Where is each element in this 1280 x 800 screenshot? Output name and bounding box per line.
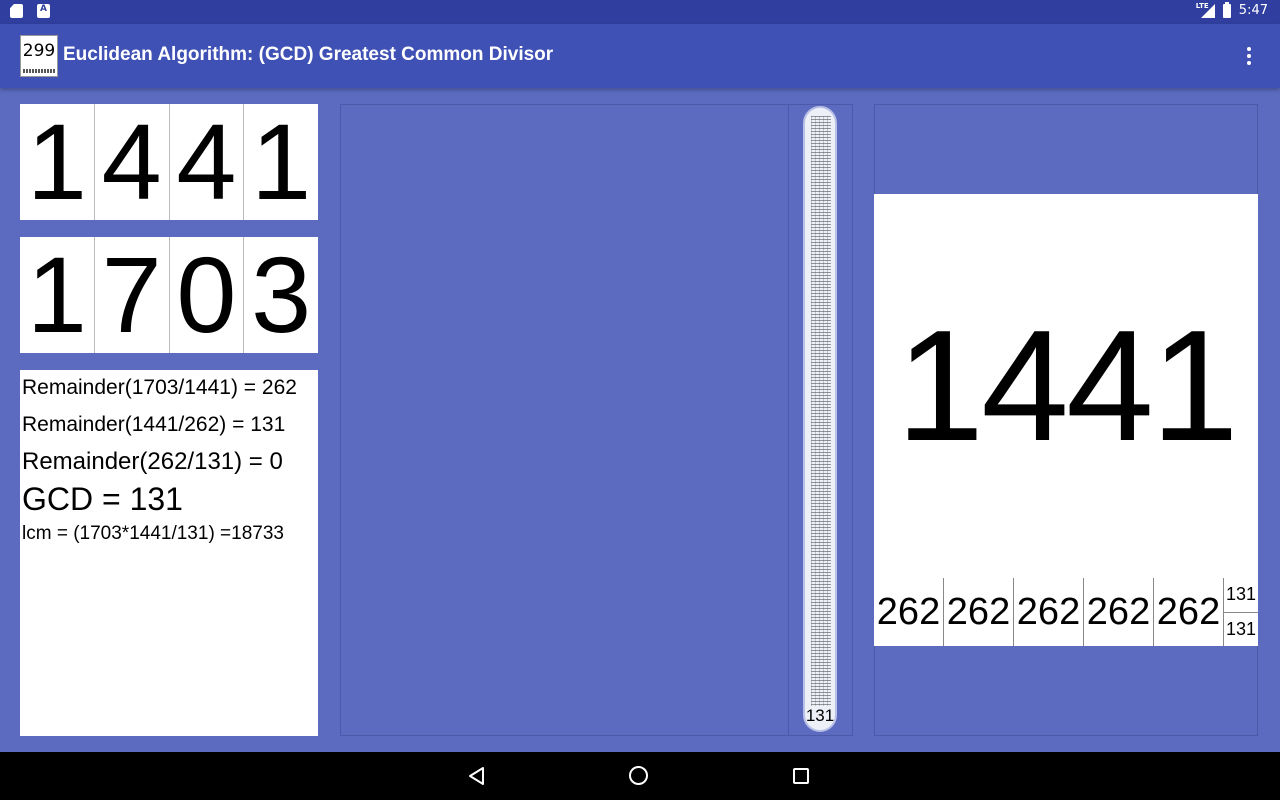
number-a-input[interactable]: 1 4 4 1 xyxy=(20,104,318,220)
remainder-cell: 262 xyxy=(1084,578,1154,646)
dividend-number: 1441 xyxy=(896,297,1239,474)
remainder-row: 262 262 262 262 262 131 131 xyxy=(874,578,1258,646)
app-notification-icon xyxy=(37,4,50,18)
battery-icon xyxy=(1222,1,1231,18)
remainder-stack: 131 131 xyxy=(1224,578,1258,646)
remainder-cell: 262 xyxy=(1154,578,1224,646)
status-bar: LTE 5:47 xyxy=(0,0,1280,24)
step-line-1: Remainder(1703/1441) = 262 xyxy=(22,376,297,399)
recents-icon xyxy=(793,768,809,784)
app-title: Euclidean Algorithm: (GCD) Greatest Comm… xyxy=(63,44,554,65)
recents-button[interactable] xyxy=(791,766,811,786)
dividend-card: 1441 xyxy=(874,194,1258,578)
network-type-label: LTE xyxy=(1195,1,1209,10)
number-a-digit-1[interactable]: 1 xyxy=(20,104,95,220)
back-icon xyxy=(469,767,484,785)
remainder-stack-top: 131 xyxy=(1224,578,1258,613)
app-bar: 299 Euclidean Algorithm: (GCD) Greatest … xyxy=(0,24,1280,88)
number-a-digit-3[interactable]: 4 xyxy=(170,104,245,220)
number-b-input[interactable]: 1 7 0 3 xyxy=(20,237,318,353)
step-line-2: Remainder(1441/262) = 131 xyxy=(22,413,286,436)
number-a-digit-4[interactable]: 1 xyxy=(244,104,318,220)
animation-area xyxy=(340,104,853,736)
clock: 5:47 xyxy=(1238,3,1268,18)
number-b-digit-2[interactable]: 7 xyxy=(95,237,170,353)
number-b-digit-3[interactable]: 0 xyxy=(170,237,245,353)
number-b-digit-1[interactable]: 1 xyxy=(20,237,95,353)
remainder-cell: 262 xyxy=(944,578,1014,646)
signal-icon: LTE xyxy=(1195,1,1215,18)
number-a-digit-2[interactable]: 4 xyxy=(95,104,170,220)
remainder-cell: 262 xyxy=(874,578,944,646)
sd-card-icon xyxy=(10,4,23,18)
history-scroll-strip[interactable]: 131 xyxy=(803,106,837,732)
step-line-3: Remainder(262/131) = 0 xyxy=(22,448,283,475)
remainder-stack-bottom: 131 xyxy=(1225,618,1257,639)
back-button[interactable] xyxy=(467,766,487,786)
number-b-digit-4[interactable]: 3 xyxy=(244,237,318,353)
remainder-cell: 262 xyxy=(1014,578,1084,646)
home-icon xyxy=(629,766,648,785)
lcm-result: lcm = (1703*1441/131) =18733 xyxy=(22,523,284,544)
divider xyxy=(788,104,789,736)
scroll-strip-value: 131 xyxy=(805,706,835,725)
overflow-menu-icon[interactable] xyxy=(1238,44,1260,68)
app-logo-number: 299 xyxy=(22,41,56,61)
navigation-bar xyxy=(0,752,1280,800)
home-button[interactable] xyxy=(629,766,649,786)
steps-panel: Remainder(1703/1441) = 262 Remainder(144… xyxy=(20,370,318,736)
app-logo-icon: 299 xyxy=(20,35,58,77)
gcd-result: GCD = 131 xyxy=(22,481,183,517)
